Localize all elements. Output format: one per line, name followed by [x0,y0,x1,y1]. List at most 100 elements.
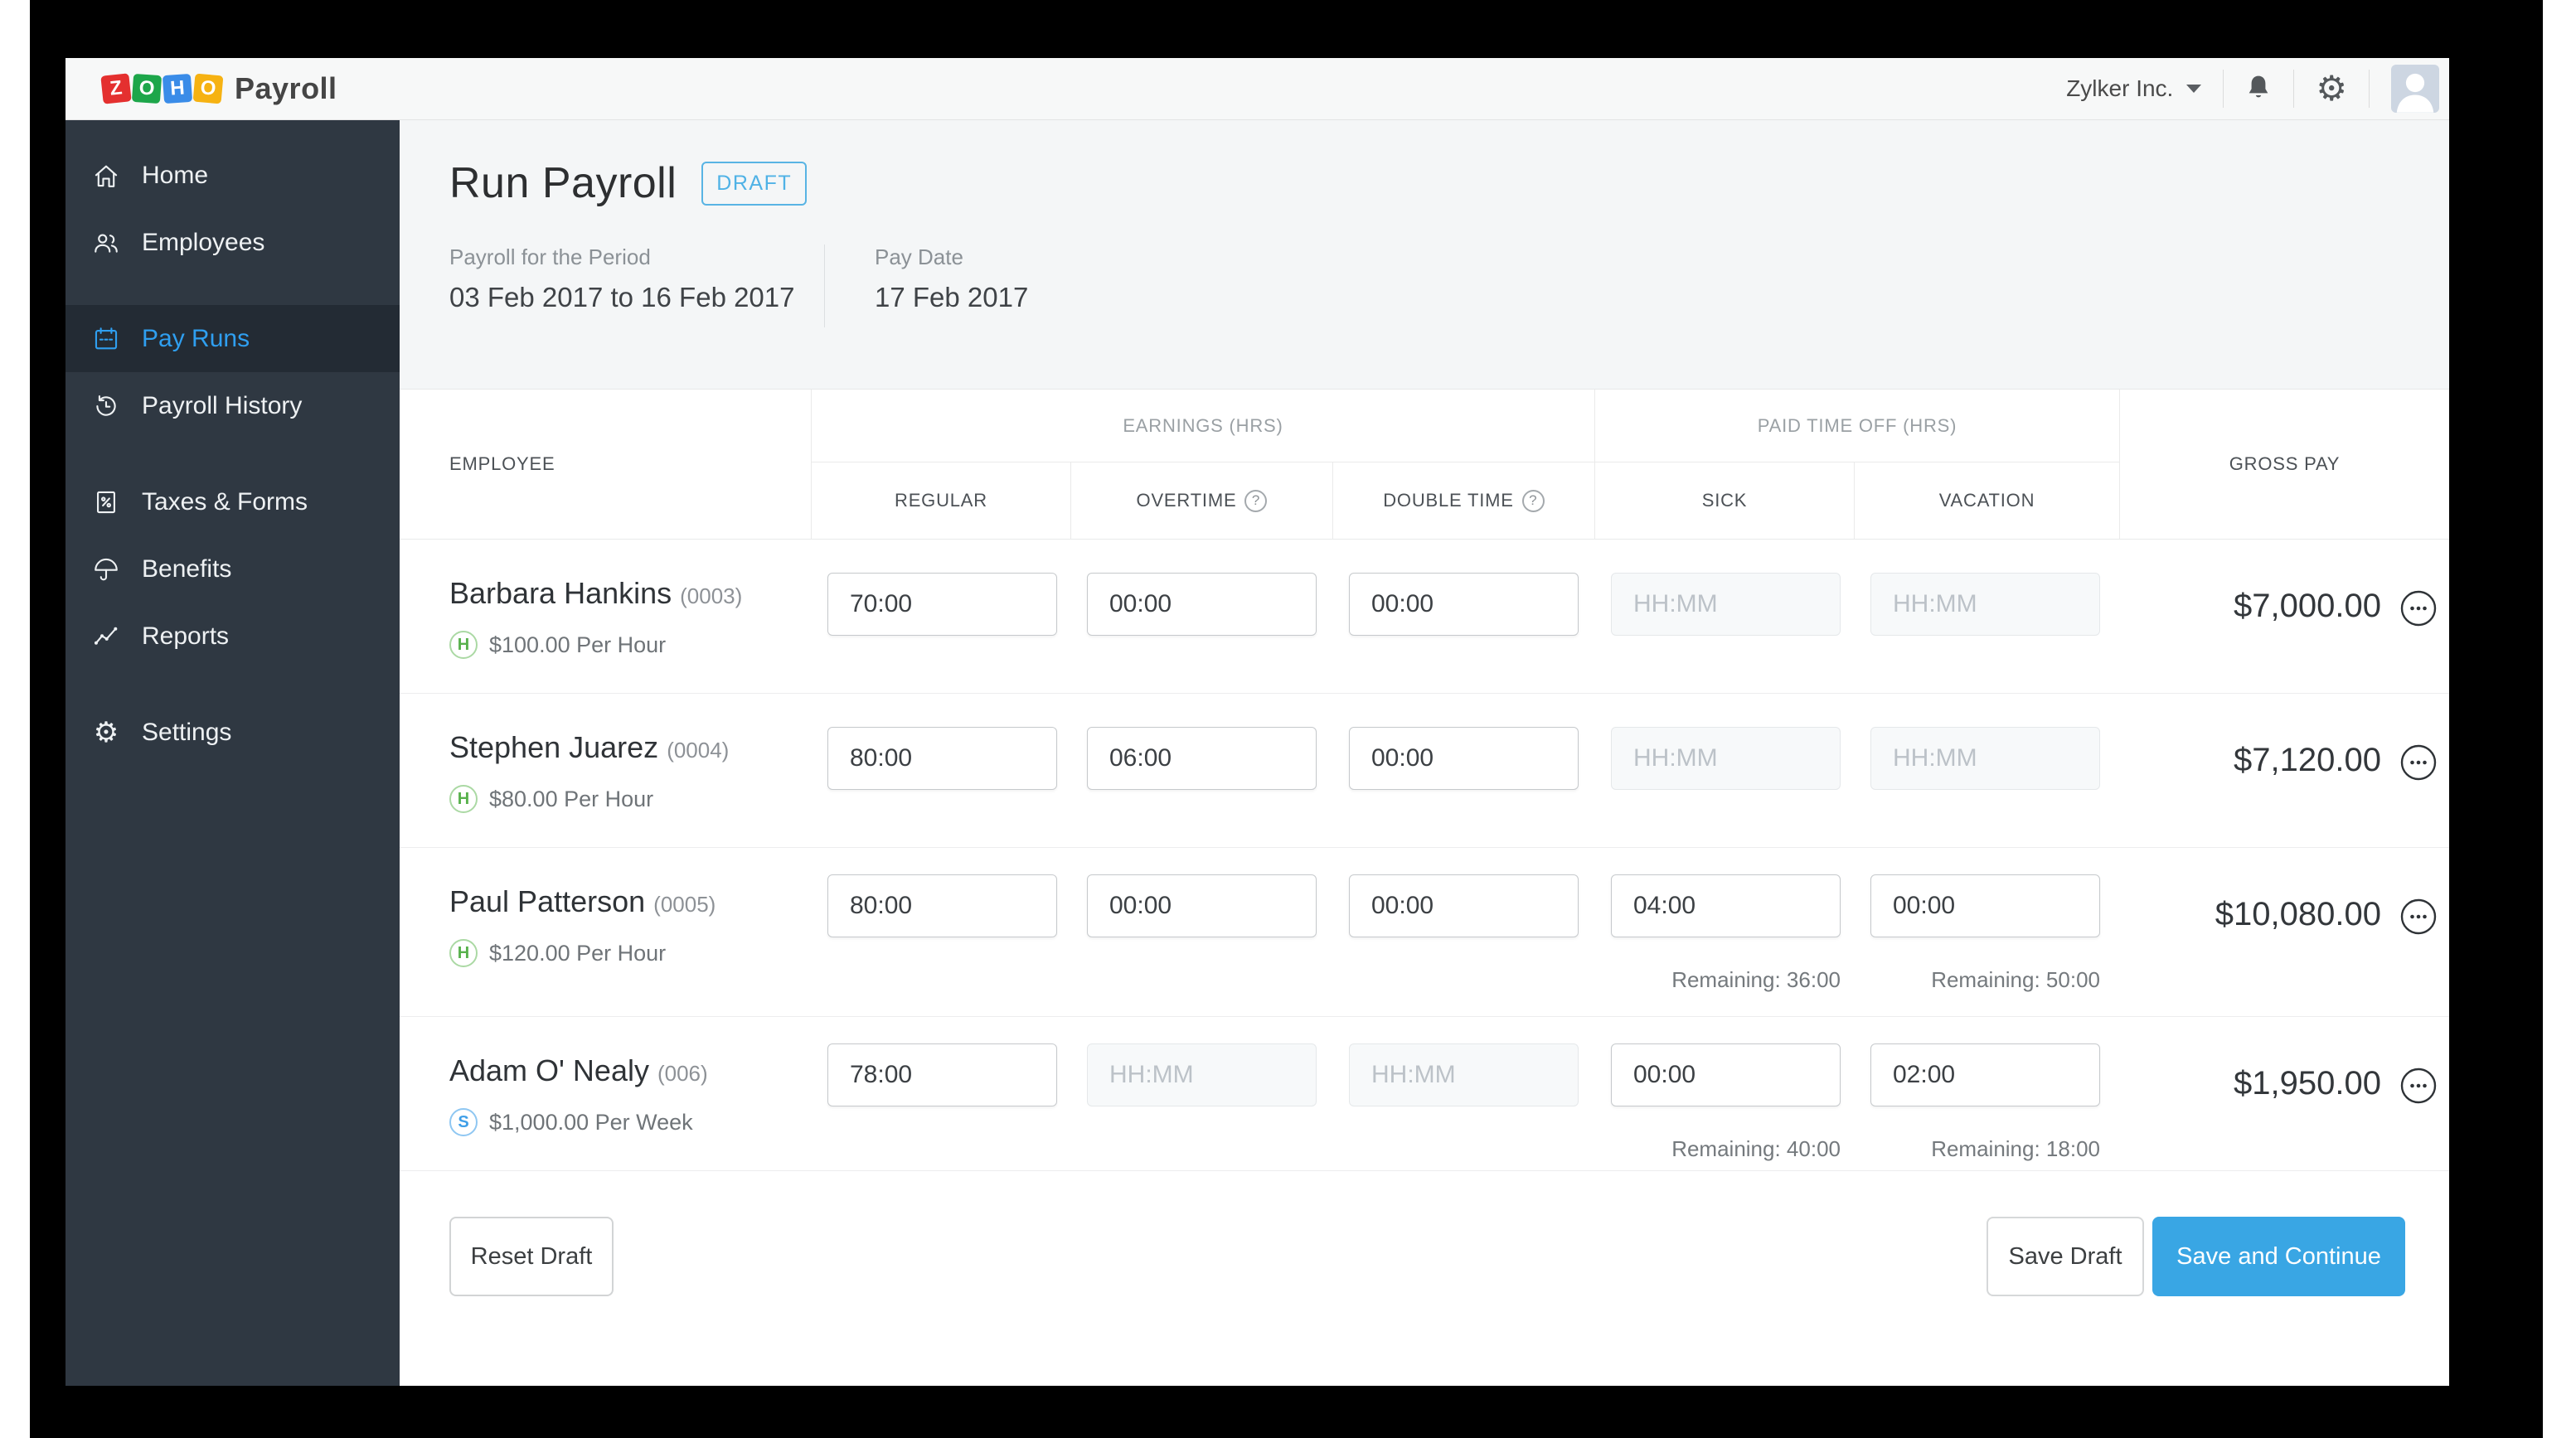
table-row: Barbara Hankins (0003) H $100.00 Per Hour … [400,540,2449,694]
column-header-regular: REGULAR [811,462,1070,539]
status-badge: DRAFT [701,161,808,206]
sidebar-item-label: Home [142,161,209,189]
vacation-hours-input [1870,573,2100,636]
salary-pay-badge: S [449,1108,478,1136]
sick-hours-input[interactable] [1611,1043,1841,1106]
sick-remaining-label: Remaining: 36:00 [1671,967,1841,992]
benefits-umbrella-icon [92,555,120,583]
user-avatar[interactable] [2391,65,2439,113]
regular-hours-input[interactable] [827,573,1057,636]
sidebar-item-label: Taxes & Forms [142,487,308,516]
employee-code: (0004) [667,738,730,763]
gross-pay-value: $7,000.00 [2234,588,2381,624]
pay-runs-calendar-icon [92,325,120,353]
vacation-hours-input[interactable] [1870,874,2100,937]
employee-name: Barbara Hankins [449,576,672,610]
page-header: Run Payroll DRAFT Payroll for the Period… [400,120,2449,390]
table-row: Adam O' Nealy (006) S $1,000.00 Per Week R… [400,1017,2449,1171]
table-row: Paul Patterson (0005) H $120.00 Per Hour R… [400,848,2449,1017]
sidebar-item-settings[interactable]: ⚙ Settings [65,699,400,766]
payroll-period-label: Payroll for the Period [449,245,651,269]
vacation-hours-input [1870,727,2100,790]
sick-remaining-label: Remaining: 40:00 [1671,1136,1841,1161]
sidebar-item-label: Payroll History [142,391,303,419]
settings-gear-icon[interactable]: ⚙ [2316,71,2347,106]
gross-pay-value: $10,080.00 [2215,896,2381,932]
column-header-double-time-label: DOUBLE TIME [1383,490,1514,511]
overtime-hours-input[interactable] [1087,874,1317,937]
logo-tile-o1: O [131,73,163,104]
sidebar-item-taxes-forms[interactable]: Taxes & Forms [65,468,400,535]
group-header-earnings: EARNINGS (HRS) [811,390,1594,462]
sidebar-item-label: Benefits [142,554,232,583]
sick-hours-input [1611,727,1841,790]
vacation-hours-input[interactable] [1870,1043,2100,1106]
vacation-remaining-label: Remaining: 50:00 [1931,967,2100,992]
topbar: Z O H O Payroll Zylker Inc. ⚙ [65,58,2449,120]
gross-pay-cell: $7,000.00 [2119,540,2449,693]
app-window: Z O H O Payroll Zylker Inc. ⚙ Home Emplo… [65,58,2449,1386]
sidebar-item-benefits[interactable]: Benefits [65,535,400,603]
save-and-continue-button[interactable]: Save and Continue [2152,1217,2405,1296]
taxes-forms-document-icon [92,488,120,516]
notifications-bell-icon[interactable] [2245,74,2272,104]
employees-icon [92,229,120,257]
column-header-overtime-label: OVERTIME [1136,490,1237,511]
help-question-icon[interactable]: ? [1244,489,1268,512]
help-question-icon[interactable]: ? [1521,489,1545,512]
sidebar-item-payroll-history[interactable]: Payroll History [65,372,400,439]
column-header-employee: EMPLOYEE [449,453,555,474]
group-header-paid-time-off: PAID TIME OFF (HRS) [1594,390,2119,462]
org-switcher[interactable]: Zylker Inc. [2066,75,2173,102]
more-options-icon[interactable] [2399,743,2438,786]
settings-gear-icon: ⚙ [93,715,119,749]
employee-name: Adam O' Nealy [449,1053,649,1087]
employee-code: (006) [657,1061,708,1086]
main-content: Run Payroll DRAFT Payroll for the Period… [400,120,2449,1386]
sidebar-item-label: Settings [142,718,232,746]
pay-date: Pay Date 17 Feb 2017 [875,245,1028,327]
vacation-remaining-label: Remaining: 18:00 [1931,1136,2100,1161]
save-draft-button[interactable]: Save Draft [1987,1217,2144,1296]
overtime-hours-input[interactable] [1087,727,1317,790]
employee-rate: $100.00 Per Hour [489,632,667,657]
overtime-hours-input [1087,1043,1317,1106]
column-header-overtime: OVERTIME ? [1070,462,1332,539]
regular-hours-input[interactable] [827,1043,1057,1106]
logo-tile-h: H [162,73,193,104]
double-time-hours-input[interactable] [1349,573,1579,636]
sidebar-item-label: Pay Runs [142,324,250,352]
reset-draft-button[interactable]: Reset Draft [449,1217,614,1296]
employee-cell: Adam O' Nealy (006) S $1,000.00 Per Week [400,1017,811,1170]
double-time-hours-input[interactable] [1349,874,1579,937]
pay-date-value: 17 Feb 2017 [875,282,1029,312]
sidebar-item-home[interactable]: Home [65,142,400,209]
regular-hours-input[interactable] [827,727,1057,790]
more-options-icon[interactable] [2399,1067,2438,1109]
divider [2369,70,2370,108]
regular-hours-input[interactable] [827,874,1057,937]
chevron-down-icon[interactable] [2186,85,2202,93]
sidebar-item-reports[interactable]: Reports [65,603,400,670]
employee-rate: $80.00 Per Hour [489,786,654,811]
logo-tile-z: Z [100,73,132,104]
sidebar: Home Employees Pay Runs Payroll History … [65,120,400,1386]
hourly-pay-badge: H [449,939,478,967]
double-time-hours-input[interactable] [1349,727,1579,790]
more-options-icon[interactable] [2399,898,2438,940]
overtime-hours-input[interactable] [1087,573,1317,636]
topbar-right: Zylker Inc. ⚙ [2066,65,2439,113]
sick-hours-input[interactable] [1611,874,1841,937]
hourly-pay-badge: H [449,631,478,659]
payroll-history-clock-icon [92,392,120,420]
sidebar-item-pay-runs[interactable]: Pay Runs [65,305,400,372]
sidebar-item-employees[interactable]: Employees [65,209,400,276]
more-options-icon[interactable] [2399,589,2438,632]
payroll-period-value: 03 Feb 2017 to 16 Feb 2017 [449,282,795,312]
reports-chart-icon [92,622,120,651]
hourly-pay-badge: H [449,785,478,813]
divider [824,245,825,327]
